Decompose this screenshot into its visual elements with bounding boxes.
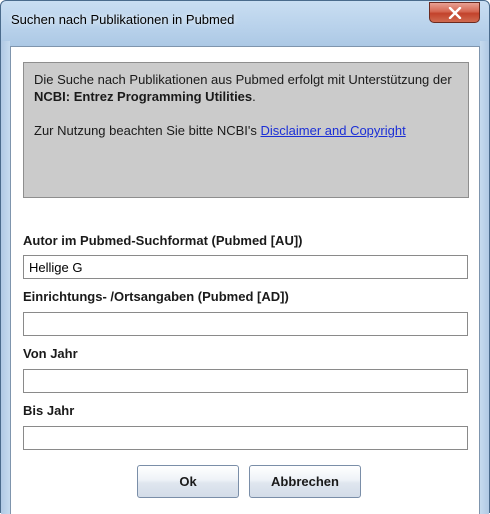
- info-text-ncbi-utilities: NCBI: Entrez Programming Utilities: [34, 89, 253, 104]
- title-bar[interactable]: Suchen nach Publikationen in Pubmed: [1, 1, 489, 41]
- close-icon: [448, 6, 461, 19]
- dialog-content: Die Suche nach Publikationen aus Pubmed …: [10, 46, 480, 514]
- window-left-border: [1, 41, 10, 514]
- author-label: Autor im Pubmed-Suchformat (Pubmed [AU]): [23, 233, 303, 248]
- affiliation-label: Einrichtungs- /Ortsangaben (Pubmed [AD]): [23, 289, 289, 304]
- dialog-window: Suchen nach Publikationen in Pubmed Die …: [0, 0, 490, 514]
- ok-button[interactable]: Ok: [137, 465, 239, 498]
- info-text-usage: Die Suche nach Publikationen aus Pubmed …: [34, 71, 458, 105]
- cancel-button[interactable]: Abbrechen: [249, 465, 361, 498]
- author-input[interactable]: [23, 255, 468, 279]
- info-text-notice: Zur Nutzung beachten Sie bitte NCBI's Di…: [34, 122, 458, 139]
- to-year-label: Bis Jahr: [23, 403, 75, 418]
- from-year-label: Von Jahr: [23, 346, 78, 361]
- window-title: Suchen nach Publikationen in Pubmed: [11, 12, 235, 27]
- info-text-suffix: .: [252, 89, 256, 104]
- info-text-notice-prefix: Zur Nutzung beachten Sie bitte NCBI's: [34, 123, 261, 138]
- window-right-border: [480, 41, 489, 514]
- close-button[interactable]: [429, 2, 480, 23]
- from-year-input[interactable]: [23, 369, 468, 393]
- disclaimer-copyright-link[interactable]: Disclaimer and Copyright: [260, 123, 405, 138]
- affiliation-input[interactable]: [23, 312, 468, 336]
- to-year-input[interactable]: [23, 426, 468, 450]
- info-panel: Die Suche nach Publikationen aus Pubmed …: [23, 62, 469, 198]
- info-text-prefix: Die Suche nach Publikationen aus Pubmed …: [34, 72, 452, 87]
